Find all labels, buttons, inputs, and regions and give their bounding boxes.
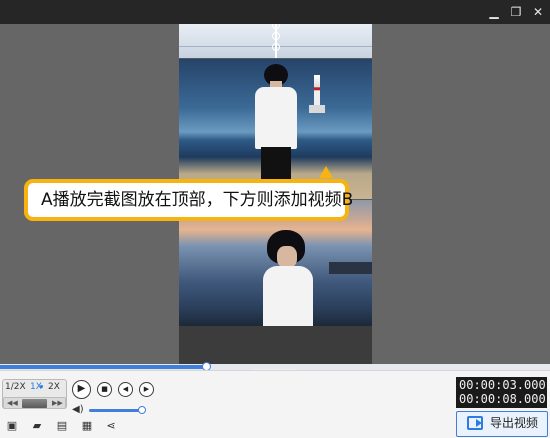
volume-icon[interactable]: ◀)	[72, 404, 84, 415]
scrub-grip[interactable]	[22, 399, 47, 408]
video-b-clip	[179, 200, 372, 364]
minimize-icon[interactable]: ▁	[486, 4, 502, 20]
save-as-icon[interactable]: ▦	[80, 419, 94, 433]
next-frame-button[interactable]: ▶	[139, 382, 154, 397]
share-icon[interactable]: ⋖	[104, 419, 118, 433]
stop-button[interactable]: ■	[97, 382, 112, 397]
app-window: ▁ ❐ ✕ A播放完截图放在顶部，下方则添加视频B 1/2X 1X 2X ◀◀ …	[0, 0, 550, 438]
export-label: 导出视频	[490, 416, 539, 430]
volume-slider[interactable]	[89, 409, 142, 412]
timecode-display: 00:00:03.000 00:00:08.000	[456, 377, 547, 408]
close-icon[interactable]: ✕	[530, 4, 546, 20]
instruction-callout: A播放完截图放在顶部，下方则添加视频B	[24, 179, 353, 221]
export-video-button[interactable]: 导出视频	[456, 411, 548, 437]
speed-marker	[40, 385, 43, 388]
crop-handle[interactable]	[272, 43, 280, 51]
crop-handle-line	[275, 24, 277, 58]
open-folder-icon[interactable]: ▰	[30, 419, 44, 433]
frame-scrubber[interactable]: ◀◀ ▶▶	[3, 397, 66, 409]
video-a-screenshot	[179, 59, 372, 199]
control-bar: 1/2X 1X 2X ◀◀ ▶▶ ▶ ■ ◀ ▶ ◀) 00:00:03.000…	[0, 370, 550, 438]
crop-handle[interactable]	[272, 32, 280, 40]
export-icon	[467, 416, 483, 430]
previous-frame-button[interactable]: ◀	[118, 382, 133, 397]
restore-icon[interactable]: ❐	[508, 4, 524, 20]
video-b-bottom-band	[179, 326, 372, 364]
scrub-forward-icon[interactable]: ▶▶	[52, 398, 63, 408]
title-bar: ▁ ❐ ✕	[0, 0, 550, 24]
current-time: 00:00:03.000	[459, 378, 546, 392]
save-icon[interactable]: ▤	[55, 419, 69, 433]
callout-pointer	[319, 166, 333, 178]
new-project-icon[interactable]: ▣	[5, 419, 19, 433]
preview-stage: A播放完截图放在顶部，下方则添加视频B	[0, 24, 550, 364]
speed-option-half[interactable]: 1/2X	[5, 382, 26, 392]
play-button[interactable]: ▶	[72, 380, 91, 399]
total-time: 00:00:08.000	[459, 392, 546, 406]
scrub-back-icon[interactable]: ◀◀	[7, 398, 18, 408]
speed-option-double[interactable]: 2X	[48, 382, 60, 392]
volume-thumb[interactable]	[138, 406, 146, 414]
progress-fill	[0, 365, 206, 369]
